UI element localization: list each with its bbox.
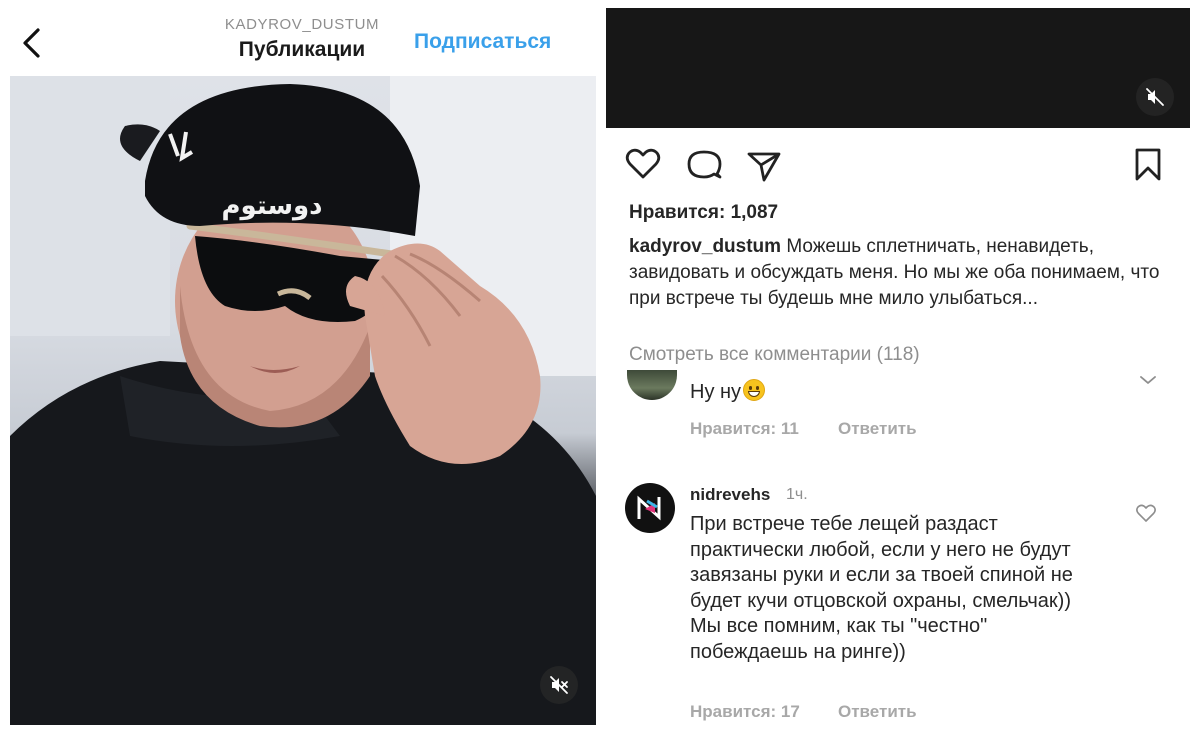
likes-count[interactable]: Нравится: 1,087 (629, 202, 778, 224)
comment-timestamp: 1ч. (786, 486, 808, 503)
comment-icon (687, 150, 722, 179)
post-caption: kadyrov_dustum Можешь сплетничать, ненав… (629, 234, 1169, 312)
comment-username[interactable]: nidrevehs (690, 485, 770, 505)
comment-reply-button[interactable]: Ответить (838, 702, 917, 722)
bookmark-icon (1135, 148, 1161, 181)
comment-button[interactable] (684, 144, 724, 184)
photo-mute-button[interactable] (540, 666, 578, 704)
video-preview[interactable] (606, 8, 1190, 128)
heart-icon[interactable] (1135, 503, 1157, 523)
speaker-muted-icon (1146, 88, 1164, 106)
heart-icon (625, 148, 661, 179)
cap-logo-text: دوستوم (221, 191, 322, 221)
share-button[interactable] (744, 144, 784, 184)
speaker-muted-icon (550, 676, 568, 694)
comment-likes-button[interactable]: Нравится: 17 (690, 702, 800, 722)
chevron-left-icon (23, 28, 40, 58)
header-title: Публикации (238, 38, 366, 61)
comment-text: Ну ну (690, 379, 766, 404)
post-actions-bar (600, 140, 1200, 190)
post-detail-right-panel: Нравится: 1,087 kadyrov_dustum Можешь сп… (600, 0, 1200, 750)
send-icon (747, 152, 781, 182)
comment-reply-button[interactable]: Ответить (838, 419, 917, 439)
comment-likes-button[interactable]: Нравится: 11 (690, 419, 799, 439)
save-button[interactable] (1128, 144, 1168, 184)
comment-avatar[interactable] (627, 370, 677, 400)
like-button[interactable] (623, 144, 663, 184)
view-all-comments-link[interactable]: Смотреть все комментарии (118) (629, 344, 920, 366)
video-mute-button[interactable] (1136, 78, 1174, 116)
chevron-down-icon[interactable] (1138, 373, 1158, 387)
avatar-logo-icon (637, 495, 661, 521)
back-button[interactable] (18, 26, 48, 60)
post-photo[interactable]: دوستوم (10, 76, 596, 725)
grinning-face-emoji-icon (743, 379, 766, 401)
header-username: KADYROV_DUSTUM (224, 16, 380, 33)
follow-button[interactable]: Подписаться (414, 30, 551, 54)
comment-avatar[interactable] (625, 483, 675, 533)
comment-text-content: Ну ну (690, 381, 742, 403)
post-detail-left-panel: KADYROV_DUSTUM Публикации Подписаться دو… (0, 0, 600, 750)
post-photo-illustration: دوستوم (10, 76, 596, 725)
caption-username[interactable]: kadyrov_dustum (629, 236, 781, 257)
comment-text: При встрече тебе лещей раздаст практичес… (690, 513, 1073, 663)
